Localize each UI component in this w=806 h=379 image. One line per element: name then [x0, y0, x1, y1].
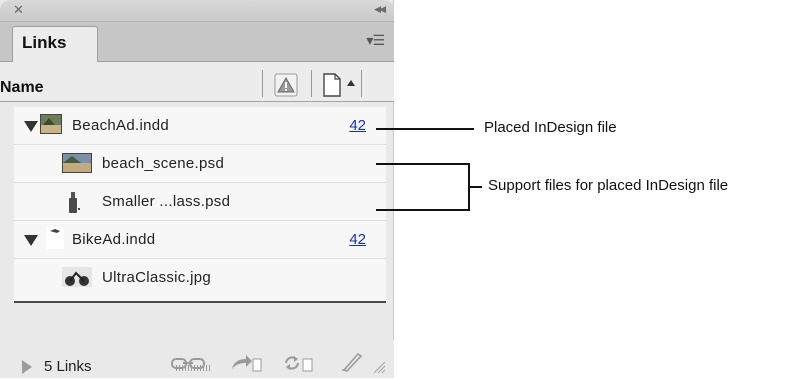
panel-menu-icon[interactable]: ▾☰: [366, 32, 385, 49]
link-name: BeachAd.indd: [72, 117, 170, 134]
go-to-link-icon[interactable]: [230, 353, 262, 378]
column-divider[interactable]: [262, 70, 263, 97]
list-item[interactable]: UltraClassic.jpg: [14, 259, 386, 297]
show-link-info-icon[interactable]: [22, 360, 32, 374]
edit-original-icon[interactable]: [340, 350, 364, 377]
links-count: 5 Links: [44, 358, 92, 375]
link-name: beach_scene.psd: [102, 155, 225, 172]
page-number-link[interactable]: 42: [349, 231, 366, 248]
page-icon[interactable]: [322, 73, 342, 102]
page-number-link[interactable]: 42: [349, 117, 366, 134]
callout-leader-placed: [376, 128, 474, 130]
collapse-icon[interactable]: ◀◀: [374, 4, 386, 15]
resize-grip-icon[interactable]: [372, 360, 386, 379]
callout-bracket-tick: [468, 186, 482, 188]
sort-arrow-icon[interactable]: [346, 76, 356, 94]
close-icon[interactable]: ✕: [13, 2, 24, 18]
links-panel: ✕ ◀◀ Links ▾☰ Name BeachAd.indd 42 beach…: [0, 0, 394, 378]
callout-leader-support-top: [376, 163, 470, 165]
panel-height-grip-icon[interactable]: [176, 365, 210, 371]
psd-thumbnail-icon: [62, 153, 92, 173]
list-item[interactable]: Smaller ...lass.psd: [14, 183, 386, 221]
disclosure-triangle-icon[interactable]: [24, 235, 38, 246]
link-name: BikeAd.indd: [72, 231, 156, 248]
link-name: UltraClassic.jpg: [102, 269, 211, 286]
callout-placed-file: Placed InDesign file: [484, 119, 617, 136]
column-divider[interactable]: [311, 70, 312, 97]
callout-leader-support-bottom: [376, 209, 470, 211]
tab-bar: Links ▾☰: [0, 22, 394, 62]
column-name-header[interactable]: Name: [0, 79, 44, 97]
panel-footer: 5 Links: [0, 340, 394, 378]
indd-thumbnail-icon: [40, 114, 62, 134]
jpg-thumbnail-icon: [62, 267, 92, 292]
list-item[interactable]: beach_scene.psd: [14, 145, 386, 183]
tab-links-label: Links: [22, 33, 67, 52]
link-name: Smaller ...lass.psd: [102, 193, 231, 210]
list-item[interactable]: BeachAd.indd 42: [14, 107, 386, 145]
panel-titlebar: ✕ ◀◀: [0, 0, 394, 22]
indd-thumbnail-icon: [46, 227, 64, 254]
update-link-icon[interactable]: [282, 353, 314, 378]
callout-support-files: Support files for placed InDesign file: [488, 177, 729, 194]
column-divider[interactable]: [361, 70, 362, 97]
links-list: BeachAd.indd 42 beach_scene.psd Smaller …: [14, 107, 386, 303]
tab-links[interactable]: Links: [12, 26, 98, 62]
bottle-thumbnail-icon: [66, 191, 82, 220]
warning-icon[interactable]: [274, 73, 298, 102]
column-header: Name: [0, 62, 394, 102]
list-item[interactable]: BikeAd.indd 42: [14, 221, 386, 259]
disclosure-triangle-icon[interactable]: [24, 121, 38, 132]
